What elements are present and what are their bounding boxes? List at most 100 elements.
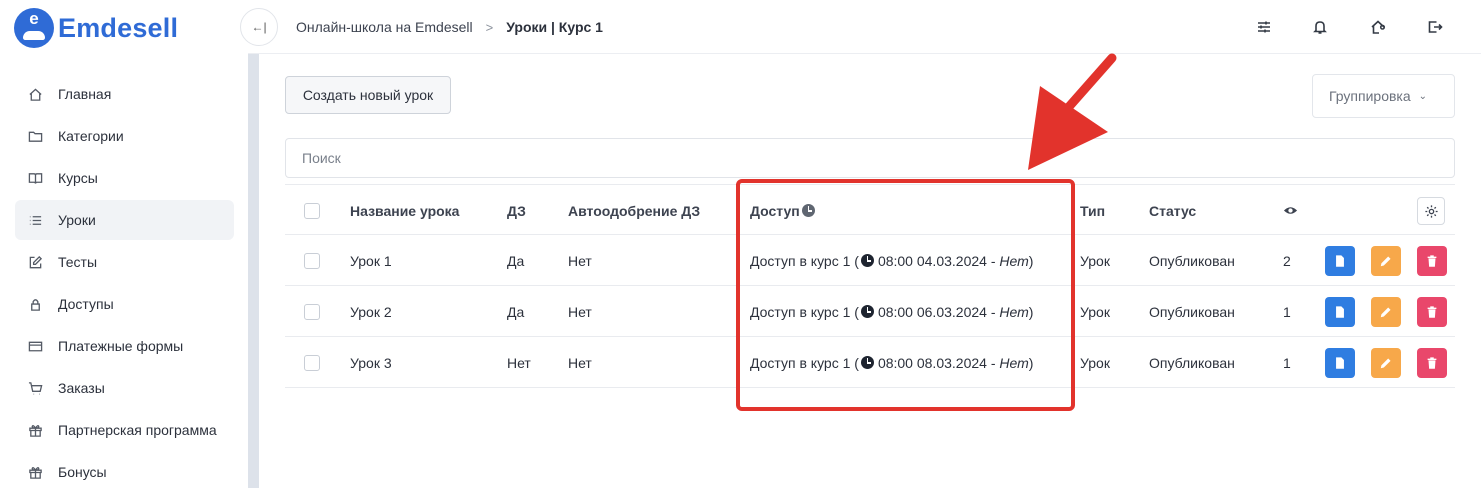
- sidebar-item-orders[interactable]: Заказы: [15, 368, 234, 408]
- sidebar-scrollbar[interactable]: [248, 54, 259, 488]
- sidebar-item-label: Курсы: [58, 170, 98, 186]
- column-header-status[interactable]: Статус: [1149, 185, 1196, 236]
- breadcrumb-school[interactable]: Онлайн-школа на Emdesell: [296, 19, 473, 35]
- lesson-name[interactable]: Урок 2: [350, 286, 392, 337]
- folder-icon: [27, 128, 43, 144]
- document-icon: [1336, 255, 1344, 267]
- bell-icon[interactable]: [1310, 17, 1330, 37]
- sidebar-item-label: Категории: [58, 128, 124, 144]
- trash-icon: [1427, 306, 1437, 318]
- views-count: 1: [1283, 303, 1291, 320]
- view-document-button[interactable]: [1325, 348, 1355, 378]
- credit-card-icon: [27, 338, 43, 354]
- chevron-down-icon: ⌄: [1418, 90, 1428, 102]
- homework-value: Да: [507, 303, 525, 320]
- document-icon: [1336, 357, 1344, 369]
- search-input[interactable]: [302, 150, 1454, 166]
- pencil-icon: [1380, 358, 1391, 369]
- row-checkbox[interactable]: [304, 303, 320, 320]
- type-value: Урок: [1080, 303, 1110, 320]
- sidebar-nav: Главная Категории Курсы Уроки Тесты Дост…: [15, 74, 234, 488]
- home-icon: [27, 86, 43, 102]
- pencil-icon: [1380, 307, 1391, 318]
- breadcrumb: Онлайн-школа на Emdesell > Уроки | Курс …: [296, 0, 603, 54]
- gift-icon: [27, 422, 43, 438]
- collapse-icon: ←|: [251, 20, 267, 34]
- column-header-name[interactable]: Название урока: [350, 185, 459, 236]
- brand-logo[interactable]: e Emdesell: [14, 8, 178, 48]
- delete-button[interactable]: [1417, 297, 1447, 327]
- edit-button[interactable]: [1371, 348, 1401, 378]
- gift-icon: [27, 464, 43, 480]
- sidebar-item-courses[interactable]: Курсы: [15, 158, 234, 198]
- trash-icon: [1427, 255, 1437, 267]
- auto-approve-value: Нет: [568, 303, 592, 320]
- sidebar-item-categories[interactable]: Категории: [15, 116, 234, 156]
- column-header-auto-approve[interactable]: Автоодобрение ДЗ: [568, 185, 700, 236]
- logo-letter: e: [29, 9, 39, 28]
- logo-mark-icon: e: [14, 8, 54, 48]
- grouping-label: Группировка: [1329, 88, 1411, 104]
- breadcrumb-separator: >: [485, 19, 494, 35]
- sidebar-item-access[interactable]: Доступы: [15, 284, 234, 324]
- sliders-icon[interactable]: [1254, 17, 1274, 37]
- row-checkbox[interactable]: [304, 354, 320, 371]
- status-value: Опубликован: [1149, 252, 1235, 269]
- homework-value: Нет: [507, 354, 531, 371]
- edit-button[interactable]: [1371, 297, 1401, 327]
- grouping-dropdown[interactable]: Группировка ⌄: [1312, 74, 1455, 118]
- auto-approve-value: Нет: [568, 252, 592, 269]
- sidebar-item-label: Тесты: [58, 254, 98, 270]
- home-settings-icon[interactable]: [1368, 17, 1388, 37]
- sidebar-item-label: Уроки: [58, 212, 96, 228]
- sidebar-item-label: Платежные формы: [58, 338, 184, 354]
- search-field[interactable]: [285, 138, 1455, 178]
- gear-icon: [1424, 204, 1438, 218]
- app-window: e Emdesell Главная Категории Курсы Уроки: [0, 0, 1481, 488]
- column-header-type[interactable]: Тип: [1080, 185, 1105, 236]
- view-document-button[interactable]: [1325, 246, 1355, 276]
- annotation-highlight-box: [736, 179, 1075, 411]
- logout-icon[interactable]: [1425, 17, 1445, 37]
- status-value: Опубликован: [1149, 354, 1235, 371]
- pencil-icon: [1380, 256, 1391, 267]
- delete-button[interactable]: [1417, 246, 1447, 276]
- views-count: 1: [1283, 354, 1291, 371]
- view-document-button[interactable]: [1325, 297, 1355, 327]
- edit-square-icon: [27, 254, 43, 270]
- sidebar-item-label: Главная: [58, 86, 112, 102]
- row-checkbox[interactable]: [304, 252, 320, 269]
- lesson-name[interactable]: Урок 3: [350, 337, 392, 388]
- column-header-homework[interactable]: ДЗ: [507, 185, 526, 236]
- status-value: Опубликован: [1149, 303, 1235, 320]
- type-value: Урок: [1080, 252, 1110, 269]
- sidebar-item-bonuses[interactable]: Бонусы: [15, 452, 234, 488]
- sidebar-item-label: Заказы: [58, 380, 105, 396]
- type-value: Урок: [1080, 354, 1110, 371]
- select-all-checkbox[interactable]: [304, 202, 320, 219]
- brand-name: Emdesell: [58, 12, 179, 43]
- list-icon: [27, 212, 43, 228]
- trash-icon: [1427, 357, 1437, 369]
- create-lesson-button[interactable]: Создать новый урок: [285, 76, 451, 114]
- document-icon: [1336, 306, 1344, 318]
- collapse-sidebar-button[interactable]: ←|: [240, 8, 278, 46]
- sidebar-item-lessons[interactable]: Уроки: [15, 200, 234, 240]
- sidebar-item-label: Доступы: [58, 296, 114, 312]
- table-settings-button[interactable]: [1417, 197, 1445, 225]
- breadcrumb-current: Уроки | Курс 1: [506, 19, 603, 35]
- annotation-arrow-icon: [1028, 53, 1117, 170]
- book-icon: [27, 170, 43, 186]
- sidebar-item-tests[interactable]: Тесты: [15, 242, 234, 282]
- sidebar-item-affiliate[interactable]: Партнерская программа: [15, 410, 234, 450]
- eye-icon: [1283, 185, 1298, 236]
- sidebar-item-home[interactable]: Главная: [15, 74, 234, 114]
- edit-button[interactable]: [1371, 246, 1401, 276]
- top-header: ←| Онлайн-школа на Emdesell > Уроки | Ку…: [240, 0, 1481, 54]
- delete-button[interactable]: [1417, 348, 1447, 378]
- views-count: 2: [1283, 252, 1291, 269]
- auto-approve-value: Нет: [568, 354, 592, 371]
- sidebar-item-payment-forms[interactable]: Платежные формы: [15, 326, 234, 366]
- lock-icon: [27, 296, 43, 312]
- lesson-name[interactable]: Урок 1: [350, 235, 392, 286]
